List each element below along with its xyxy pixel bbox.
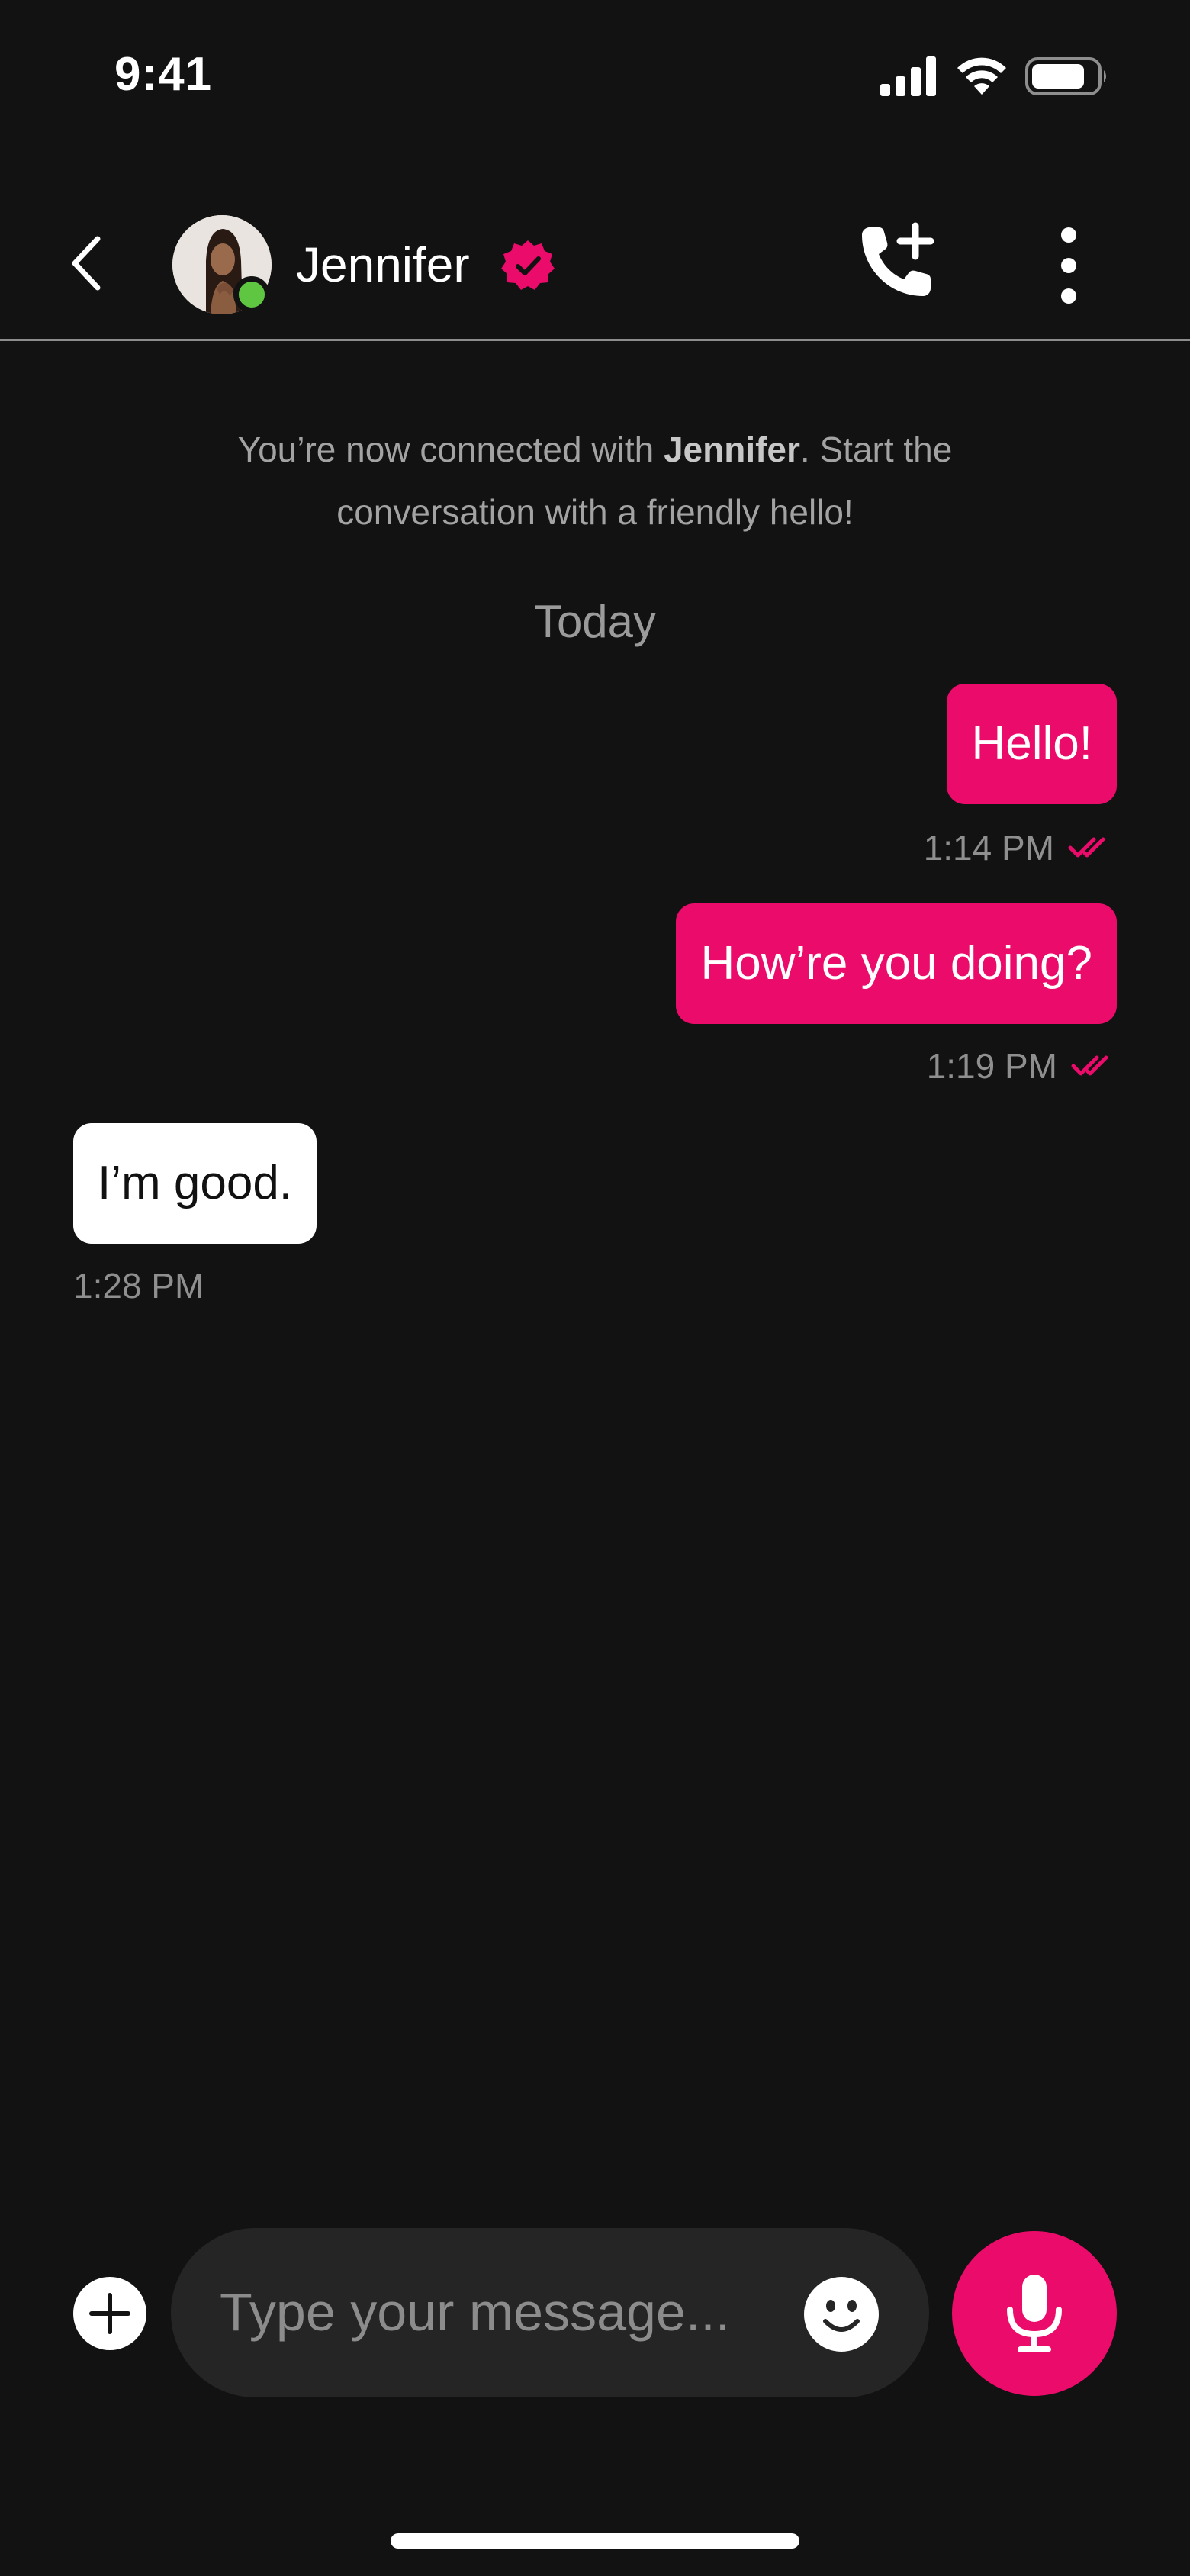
- message-input-placeholder[interactable]: Type your message...: [220, 2281, 730, 2343]
- more-options-button[interactable]: [1042, 226, 1095, 305]
- microphone-icon: [1007, 2275, 1062, 2352]
- double-check-icon: [1071, 1055, 1108, 1076]
- message-timestamp: 1:19 PM: [927, 1045, 1117, 1087]
- message-timestamp: 1:28 PM: [73, 1265, 204, 1306]
- day-separator: Today: [533, 596, 657, 647]
- plus-circle-icon: [73, 2277, 146, 2350]
- online-status-dot: [233, 276, 270, 313]
- header-divider: [0, 339, 1190, 341]
- contact-name[interactable]: Jennifer: [296, 237, 470, 293]
- back-button[interactable]: [60, 229, 113, 298]
- wifi-icon: [957, 57, 1006, 95]
- battery-icon: [1025, 57, 1106, 95]
- intro-text-before: You’re now connected with: [237, 430, 664, 469]
- voice-record-button[interactable]: [952, 2231, 1117, 2396]
- chevron-left-icon: [72, 236, 101, 291]
- message-timestamp: 1:14 PM: [924, 827, 1114, 868]
- double-check-icon: [1068, 837, 1105, 858]
- home-indicator: [391, 2533, 799, 2549]
- message-bubble-incoming[interactable]: I’m good.: [73, 1123, 317, 1244]
- verified-badge-icon: [500, 238, 555, 293]
- more-vertical-icon: [1061, 227, 1076, 304]
- message-bubble-outgoing[interactable]: Hello!: [947, 684, 1117, 804]
- intro-contact-name: Jennifer: [663, 430, 800, 469]
- emoji-button[interactable]: [804, 2277, 879, 2352]
- status-time: 9:41: [114, 48, 213, 101]
- message-time: 1:14 PM: [923, 828, 1054, 868]
- message-time: 1:28 PM: [73, 1266, 204, 1306]
- status-icons: [880, 56, 1109, 96]
- connection-intro: You’re now connected with Jennifer. Star…: [153, 418, 1037, 543]
- attach-button[interactable]: [73, 2277, 146, 2350]
- emoji-icon: [804, 2277, 879, 2352]
- message-bubble-outgoing[interactable]: How’re you doing?: [676, 903, 1117, 1024]
- cellular-signal-icon: [880, 56, 936, 96]
- message-time: 1:19 PM: [926, 1046, 1057, 1086]
- add-call-button[interactable]: [853, 220, 938, 305]
- add-call-icon: [862, 222, 934, 296]
